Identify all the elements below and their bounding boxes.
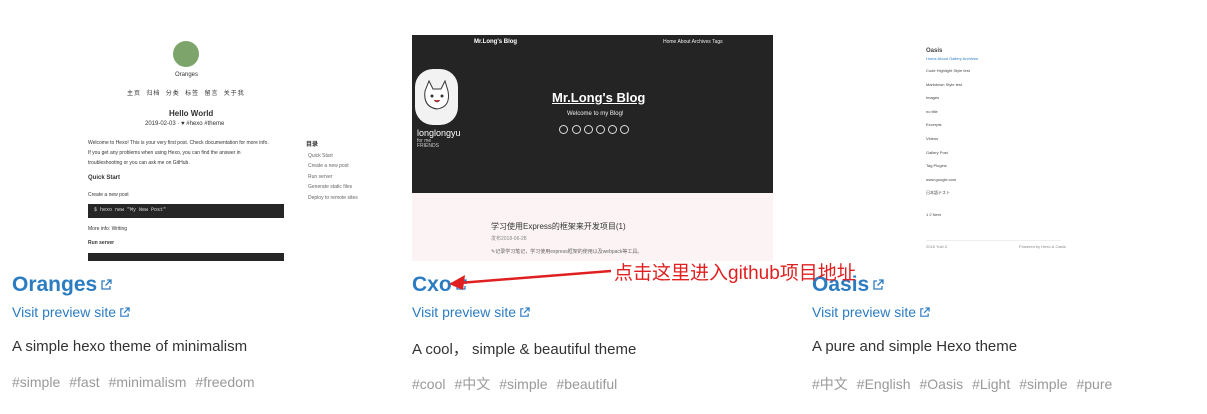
theme-thumbnail-oranges[interactable]: Oranges 主页 归档 分类 标签 留言 关于我 Hello World 2…	[12, 35, 373, 261]
tag[interactable]: #Oasis	[920, 376, 964, 392]
thumb-hero-sub: Welcome to my Blog!	[567, 111, 624, 117]
thumb-nav: Home About Gallery Archives	[926, 56, 979, 61]
thumb-hero-title: Mr.Long's Blog	[552, 90, 646, 105]
tag[interactable]: #fast	[69, 374, 99, 390]
annotation-arrow-icon	[449, 269, 612, 290]
theme-description: A pure and simple Hexo theme	[812, 338, 1018, 355]
thumb-blog-name: Oranges	[175, 72, 199, 78]
cat-avatar	[415, 69, 458, 125]
thumb-post-title: Hello World	[169, 109, 214, 118]
tag[interactable]: #simple	[499, 376, 547, 392]
tag[interactable]: #simple	[1019, 376, 1067, 392]
external-link-icon	[872, 273, 884, 297]
theme-name-link-oranges[interactable]: Oranges	[12, 273, 112, 297]
external-link-icon	[919, 305, 930, 321]
theme-thumbnail-oasis[interactable]: Oasis Home About Gallery Archives Code H…	[812, 35, 1173, 261]
external-link-icon	[100, 273, 112, 297]
theme-tags: #simple #fast #minimalism #freedom	[12, 374, 264, 390]
avatar	[173, 41, 199, 67]
tag[interactable]: #simple	[12, 374, 60, 390]
tag[interactable]: #中文	[454, 376, 490, 392]
tag[interactable]: #beautiful	[557, 376, 618, 392]
tag[interactable]: #English	[857, 376, 911, 392]
external-link-icon	[519, 305, 530, 321]
external-link-icon	[119, 305, 130, 321]
theme-description: A cool， simple & beautiful theme	[412, 341, 637, 358]
tag[interactable]: #中文	[812, 376, 848, 392]
theme-tags: #cool #中文 #simple #beautiful	[412, 374, 626, 394]
thumb-user-name: longlongyu	[417, 128, 461, 138]
tag[interactable]: #freedom	[195, 374, 254, 390]
theme-thumbnail-cxo[interactable]: Mr.Long's Blog Home About Archives Tags …	[412, 35, 773, 261]
tag[interactable]: #minimalism	[109, 374, 187, 390]
preview-site-link-oasis[interactable]: Visit preview site	[812, 304, 930, 321]
thumb-code-block: $ hexo new "My New Post"	[88, 204, 284, 218]
tag[interactable]: #Light	[972, 376, 1010, 392]
annotation-label: 点击这里进入github项目地址	[614, 263, 856, 284]
thumb-post-title: 学习使用Express的框架来开发项目(1)	[491, 222, 626, 231]
thumb-site-name: Oasis	[926, 48, 943, 54]
thumb-toc-title: 目录	[306, 142, 319, 148]
preview-site-link-oranges[interactable]: Visit preview site	[12, 304, 130, 321]
tag[interactable]: #cool	[412, 376, 445, 392]
theme-description: A simple hexo theme of minimalism	[12, 338, 248, 355]
thumb-post-meta: 2019-02-03 · ♥ #hexo #theme	[145, 121, 225, 127]
thumb-top-nav: Home About Archives Tags	[663, 39, 723, 45]
thumb-pager: 1 2 Next	[926, 212, 941, 217]
tag[interactable]: #pure	[1076, 376, 1112, 392]
thumb-post-area: 学习使用Express的框架来开发项目(1) 发布2018-06-28 ✎记录学…	[412, 193, 773, 261]
thumb-top-title: Mr.Long's Blog	[474, 39, 518, 45]
theme-tags: #中文 #English #Oasis #Light #simple #pure	[812, 374, 1121, 394]
thumb-nav: 主页 归档 分类 标签 留言 关于我	[127, 91, 245, 97]
preview-site-link-cxo[interactable]: Visit preview site	[412, 304, 530, 321]
